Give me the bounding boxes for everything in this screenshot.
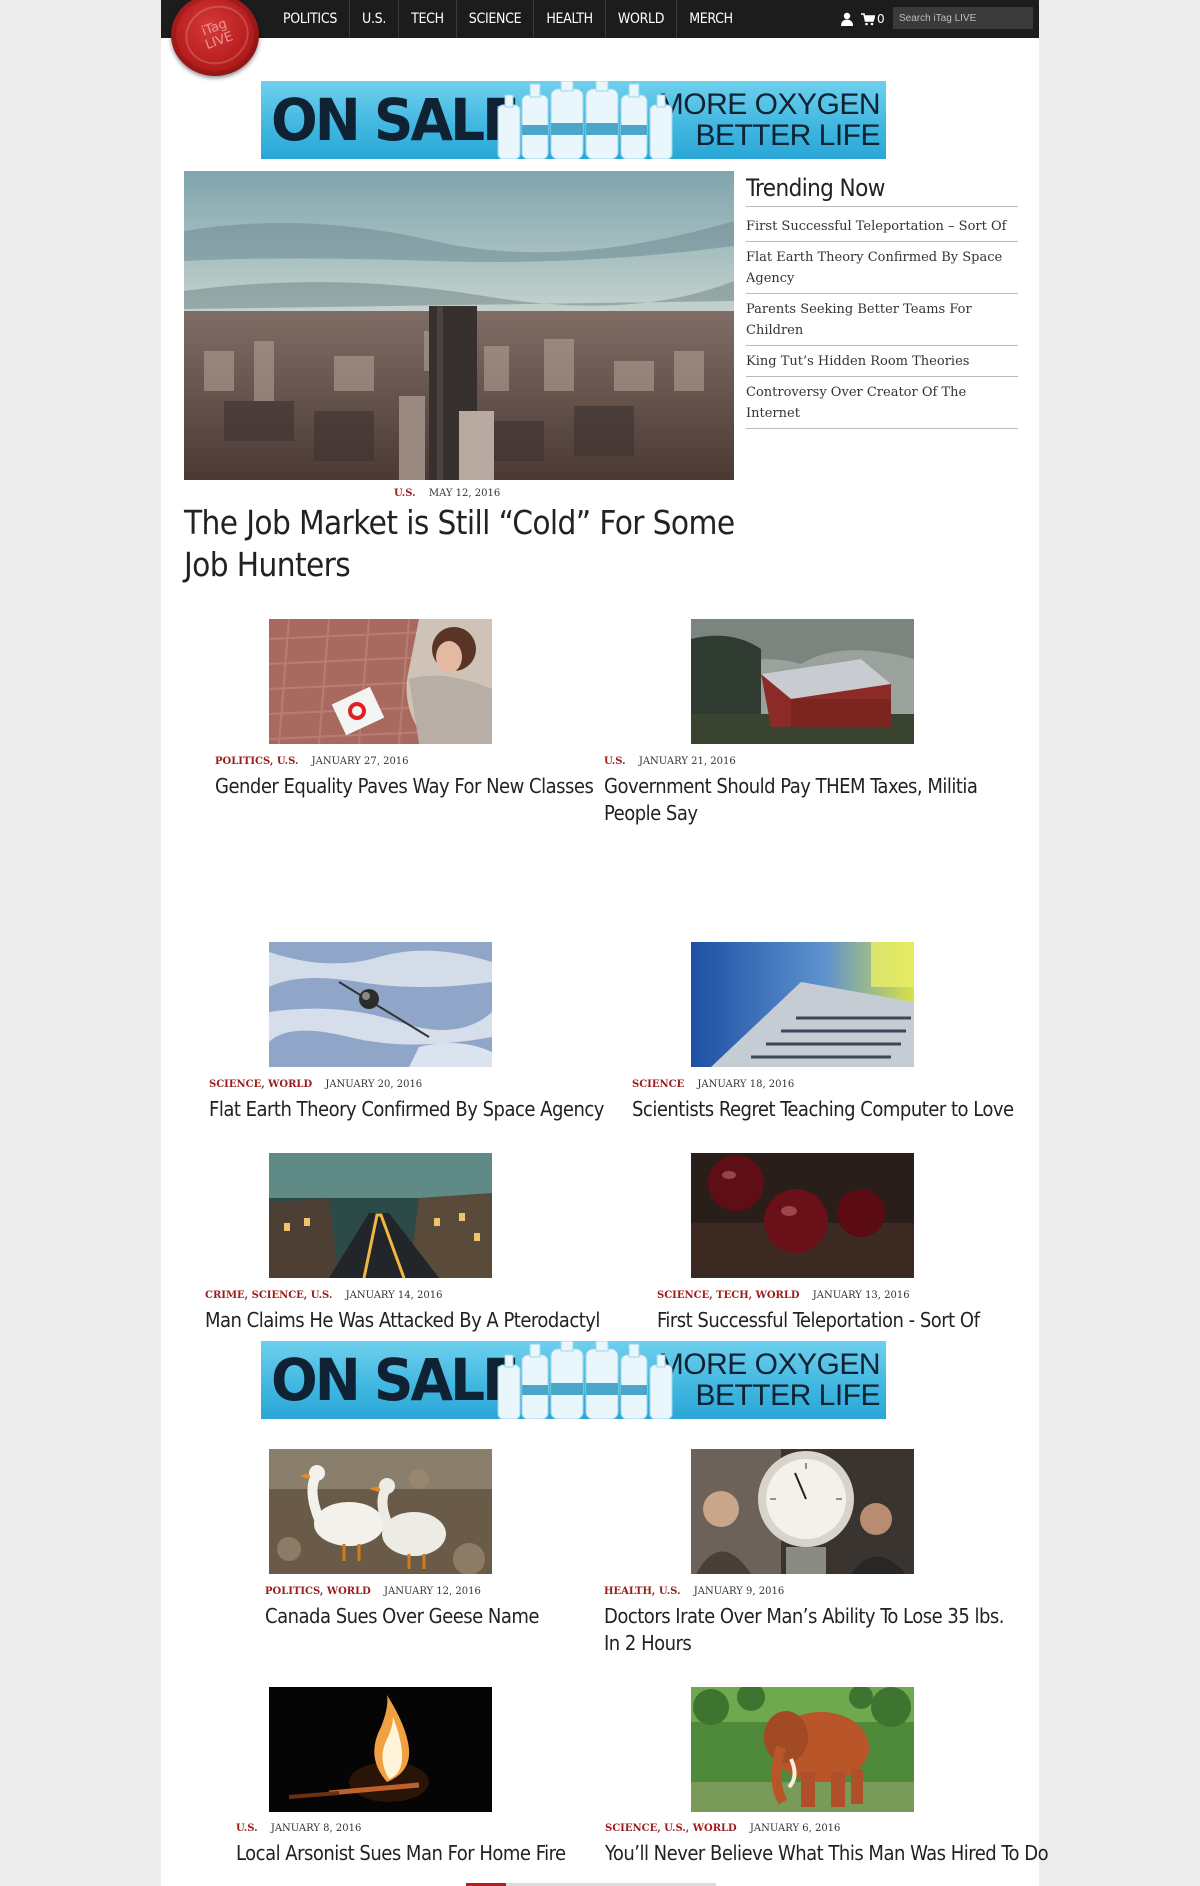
banner-headline: ON SALE <box>271 1346 520 1414</box>
article-title[interactable]: Man Claims He Was Attacked By A Pterodac… <box>205 1307 600 1334</box>
article-meta: POLITICS, WORLD JANUARY 12, 2016 <box>265 1586 481 1597</box>
trending-now: Trending Now First Successful Teleportat… <box>746 174 1018 429</box>
logo-text: iTag LIVE <box>177 0 257 74</box>
article-category[interactable]: POLITICS, WORLD <box>265 1586 371 1597</box>
article-thumbnail-street-night[interactable] <box>269 1153 492 1278</box>
article-category[interactable]: SCIENCE, WORLD <box>209 1079 312 1090</box>
nav-item-politics[interactable]: POLITICS <box>271 0 351 38</box>
banner-headline: ON SALE <box>271 86 520 154</box>
ad-banner-top[interactable]: ON SALE MORE OXYGEN BETTER LIFE <box>261 81 886 159</box>
page: POLITICS U.S. TECH SCIENCE HEALTH WORLD … <box>161 0 1049 1886</box>
ad-banner-middle[interactable]: ON SALE MORE OXYGEN BETTER LIFE <box>261 1341 886 1419</box>
banner-tagline: MORE OXYGEN BETTER LIFE <box>658 1348 881 1412</box>
trending-item[interactable]: Flat Earth Theory Confirmed By Space Age… <box>746 242 1018 294</box>
article-title[interactable]: Gender Equality Paves Way For New Classe… <box>215 773 594 800</box>
hero-image[interactable] <box>184 171 734 480</box>
hero-title[interactable]: The Job Market is Still “Cold” For Some … <box>184 502 744 586</box>
article-meta: POLITICS, U.S. JANUARY 27, 2016 <box>215 756 409 767</box>
article-category[interactable]: SCIENCE <box>632 1079 684 1090</box>
article-category[interactable]: POLITICS, U.S. <box>215 756 298 767</box>
article-thumbnail-apples[interactable] <box>691 1153 914 1278</box>
article-thumbnail-geese[interactable] <box>269 1449 492 1574</box>
water-bottles-image <box>497 1341 673 1419</box>
article-meta: U.S. JANUARY 8, 2016 <box>236 1823 361 1834</box>
nav-item-science[interactable]: SCIENCE <box>457 0 535 38</box>
hero-category[interactable]: U.S. <box>394 488 416 499</box>
article-date: JANUARY 12, 2016 <box>384 1586 481 1597</box>
cart-count: 0 <box>877 12 885 26</box>
article-thumbnail-laptop[interactable] <box>691 942 914 1067</box>
article-thumbnail-elephant[interactable] <box>691 1687 914 1812</box>
article-title[interactable]: Government Should Pay THEM Taxes, Militi… <box>604 773 1024 827</box>
article-category[interactable]: U.S. <box>604 756 626 767</box>
article-thumbnail-barn[interactable] <box>691 619 914 744</box>
nav-item-us[interactable]: U.S. <box>350 0 400 38</box>
article-category[interactable]: CRIME, SCIENCE, U.S. <box>205 1290 332 1301</box>
banner-tagline: MORE OXYGEN BETTER LIFE <box>658 88 881 152</box>
article-thumbnail-tablet-girl[interactable] <box>269 619 492 744</box>
article-date: JANUARY 27, 2016 <box>311 756 409 767</box>
article-date: JANUARY 21, 2016 <box>638 756 736 767</box>
article-category[interactable]: SCIENCE, TECH, WORLD <box>657 1290 800 1301</box>
search-input[interactable] <box>893 7 1033 29</box>
article-meta: SCIENCE JANUARY 18, 2016 <box>632 1079 794 1090</box>
article-date: JANUARY 14, 2016 <box>345 1290 443 1301</box>
article-title[interactable]: Local Arsonist Sues Man For Home Fire <box>236 1840 566 1867</box>
article-meta: HEALTH, U.S. JANUARY 9, 2016 <box>604 1586 784 1597</box>
article-date: JANUARY 6, 2016 <box>749 1823 841 1834</box>
article-thumbnail-satellite[interactable] <box>269 942 492 1067</box>
main-nav: POLITICS U.S. TECH SCIENCE HEALTH WORLD … <box>271 0 745 38</box>
article-date: JANUARY 18, 2016 <box>697 1079 795 1090</box>
article-meta: SCIENCE, U.S., WORLD JANUARY 6, 2016 <box>605 1823 840 1834</box>
trending-item[interactable]: Controversy Over Creator Of The Internet <box>746 377 1018 429</box>
trending-item[interactable]: First Successful Teleportation – Sort Of <box>746 211 1018 242</box>
nav-item-tech[interactable]: TECH <box>399 0 457 38</box>
nav-item-world[interactable]: WORLD <box>606 0 678 38</box>
article-date: JANUARY 13, 2016 <box>812 1290 910 1301</box>
article-title[interactable]: Scientists Regret Teaching Computer to L… <box>632 1096 1014 1123</box>
article-title[interactable]: First Successful Teleportation - Sort Of <box>657 1307 980 1334</box>
article-category[interactable]: HEALTH, U.S. <box>604 1586 681 1597</box>
article-title[interactable]: Canada Sues Over Geese Name <box>265 1603 540 1630</box>
hero-date: MAY 12, 2016 <box>428 488 501 499</box>
article-date: JANUARY 8, 2016 <box>270 1823 362 1834</box>
article-meta: SCIENCE, TECH, WORLD JANUARY 13, 2016 <box>657 1290 910 1301</box>
trending-item[interactable]: Parents Seeking Better Teams For Childre… <box>746 294 1018 346</box>
article-meta: U.S. JANUARY 21, 2016 <box>604 756 736 767</box>
water-bottles-image <box>497 81 673 159</box>
article-title[interactable]: You’ll Never Believe What This Man Was H… <box>605 1840 1049 1867</box>
article-category[interactable]: U.S. <box>236 1823 258 1834</box>
wax-seal-logo[interactable]: iTag LIVE <box>171 0 259 76</box>
article-meta: CRIME, SCIENCE, U.S. JANUARY 14, 2016 <box>205 1290 442 1301</box>
top-navbar: POLITICS U.S. TECH SCIENCE HEALTH WORLD … <box>161 0 1039 38</box>
hero-meta: U.S. MAY 12, 2016 <box>394 488 500 499</box>
nav-item-health[interactable]: HEALTH <box>534 0 606 38</box>
article-date: JANUARY 9, 2016 <box>693 1586 785 1597</box>
trending-heading: Trending Now <box>746 174 1018 207</box>
article-thumbnail-scale[interactable] <box>691 1449 914 1574</box>
article-title[interactable]: Flat Earth Theory Confirmed By Space Age… <box>209 1096 604 1123</box>
trending-item[interactable]: King Tut’s Hidden Room Theories <box>746 346 1018 377</box>
article-title[interactable]: Doctors Irate Over Man’s Ability To Lose… <box>604 1603 1024 1657</box>
cart-button[interactable]: 0 <box>861 10 885 28</box>
article-date: JANUARY 20, 2016 <box>325 1079 423 1090</box>
article-meta: SCIENCE, WORLD JANUARY 20, 2016 <box>209 1079 422 1090</box>
article-thumbnail-match-fire[interactable] <box>269 1687 492 1812</box>
cart-icon <box>861 12 875 25</box>
user-icon[interactable] <box>841 12 853 26</box>
nav-item-merch[interactable]: MERCH <box>677 0 745 38</box>
article-category[interactable]: SCIENCE, U.S., WORLD <box>605 1823 737 1834</box>
